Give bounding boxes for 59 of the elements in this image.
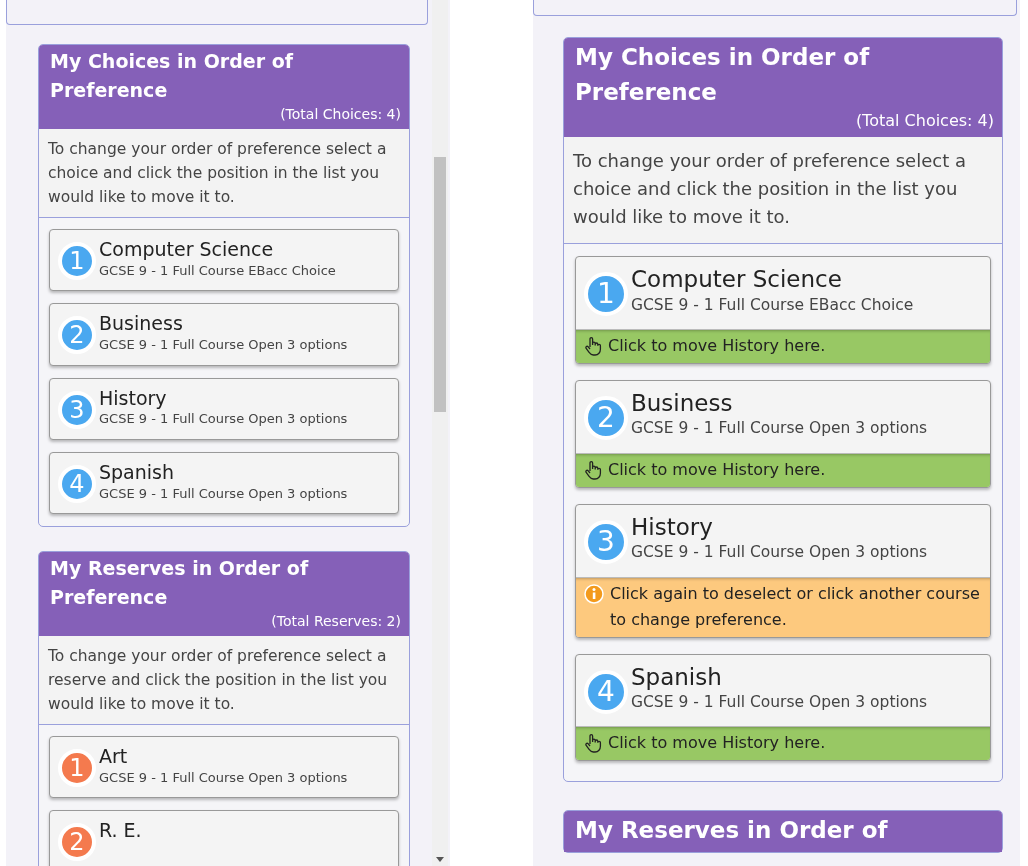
course-subtitle: GCSE 9 - 1 Full Course Open 3 options [99, 484, 348, 503]
course-subtitle: GCSE 9 - 1 Full Course Open 3 options [99, 336, 348, 355]
scrollbar-thumb[interactable] [434, 157, 446, 412]
card-title: My Choices in Order of Preference [50, 49, 295, 103]
rank-badge: 1 [58, 242, 96, 280]
total-count: (Total Reserves: 2) [271, 612, 401, 632]
rank-badge: 2 [584, 395, 628, 440]
course-title: Art [99, 745, 129, 768]
move-here-text: Click to move History here. [608, 458, 826, 481]
rank-badge: 2 [58, 823, 96, 862]
course-subtitle: GCSE 9 - 1 Full Course EBacc Choice [631, 294, 914, 316]
instructions-text: To change your order of preference select a reserve and click the position in the list you would like to move it to. [39, 636, 409, 726]
course-title: History [631, 513, 714, 542]
rank-badge: 2 [58, 316, 96, 355]
rank-badge: 1 [584, 272, 628, 316]
course-title: Computer Science [99, 238, 275, 261]
info-icon [584, 583, 604, 604]
course-item[interactable]: 4 Spanish GCSE 9 - 1 Full Course Open 3 options Click to move History here. [575, 653, 991, 762]
course-item[interactable]: 4 Spanish GCSE 9 - 1 Full Course Open 3 options [49, 451, 399, 515]
course-title: Business [99, 312, 184, 336]
course-title: Business [631, 389, 734, 418]
course-subtitle: GCSE 9 - 1 Full Course Open 3 options [631, 418, 928, 440]
card-title: My Reserves in Order of [575, 816, 889, 846]
course-item[interactable]: 2 Business GCSE 9 - 1 Full Course Open 3 options [49, 303, 399, 366]
hand-pointer-icon [584, 459, 602, 480]
course-title: Spanish [631, 663, 723, 692]
scroll-down-icon[interactable] [436, 857, 444, 862]
rank-badge: 3 [584, 519, 628, 564]
rank-badge: 3 [58, 390, 96, 429]
card-title: My Reserves in Order of Preference [50, 556, 310, 610]
instructions-text: To change your order of preference select a choice and click the position in the list you would like to move it to. [39, 129, 409, 218]
course-subtitle: GCSE 9 - 1 Full Course Open 3 options [99, 410, 348, 429]
total-count: (Total Choices: 4) [280, 105, 401, 124]
course-item[interactable]: 1 Computer Science GCSE 9 - 1 Full Course EBacc Choice [49, 229, 399, 292]
rank-badge: 4 [584, 669, 628, 714]
course-subtitle: GCSE 9 - 1 Full Course EBacc Choice [99, 261, 336, 280]
hand-pointer-icon [584, 733, 602, 754]
course-item[interactable]: 1 Computer Science GCSE 9 - 1 Full Course EBacc Choice Click to move History here. [575, 256, 991, 364]
course-item[interactable]: 3 History GCSE 9 - 1 Full Course Open 3 options Click again to deselect or click another course to change preference. [575, 503, 991, 638]
move-here-text: Click to move History here. [608, 334, 826, 357]
course-subtitle: GCSE 9 - 1 Full Course Open 3 options [99, 769, 348, 787]
course-item[interactable]: 2 Business GCSE 9 - 1 Full Course Open 3 options Click to move History here. [575, 379, 991, 488]
course-title: Computer Science [631, 266, 843, 294]
hand-pointer-icon [584, 335, 602, 356]
course-item[interactable]: 3 History GCSE 9 - 1 Full Course Open 3 options [49, 377, 399, 440]
course-subtitle: GCSE 9 - 1 Full Course Open 3 options [631, 542, 928, 564]
course-title: R. E. [99, 819, 142, 843]
instructions-text: To change your order of preference select a choice and click the position in the list you would like to move it to. [564, 137, 1002, 244]
course-title: History [99, 386, 168, 410]
course-item[interactable]: 2 R. E. [49, 810, 399, 866]
total-count: (Total Choices: 4) [855, 110, 994, 132]
course-subtitle: GCSE 9 - 1 Full Course Open 3 options [631, 692, 928, 714]
card-title: My Choices in Order of Preference [575, 43, 871, 107]
info-message: Click again to deselect or click another course to change preference. [610, 582, 981, 631]
course-item[interactable]: 1 Art GCSE 9 - 1 Full Course Open 3 options [49, 736, 399, 799]
move-here-text: Click to move History here. [608, 732, 826, 755]
course-title: Spanish [99, 460, 176, 484]
rank-badge: 4 [58, 464, 96, 503]
rank-badge: 1 [58, 749, 96, 788]
